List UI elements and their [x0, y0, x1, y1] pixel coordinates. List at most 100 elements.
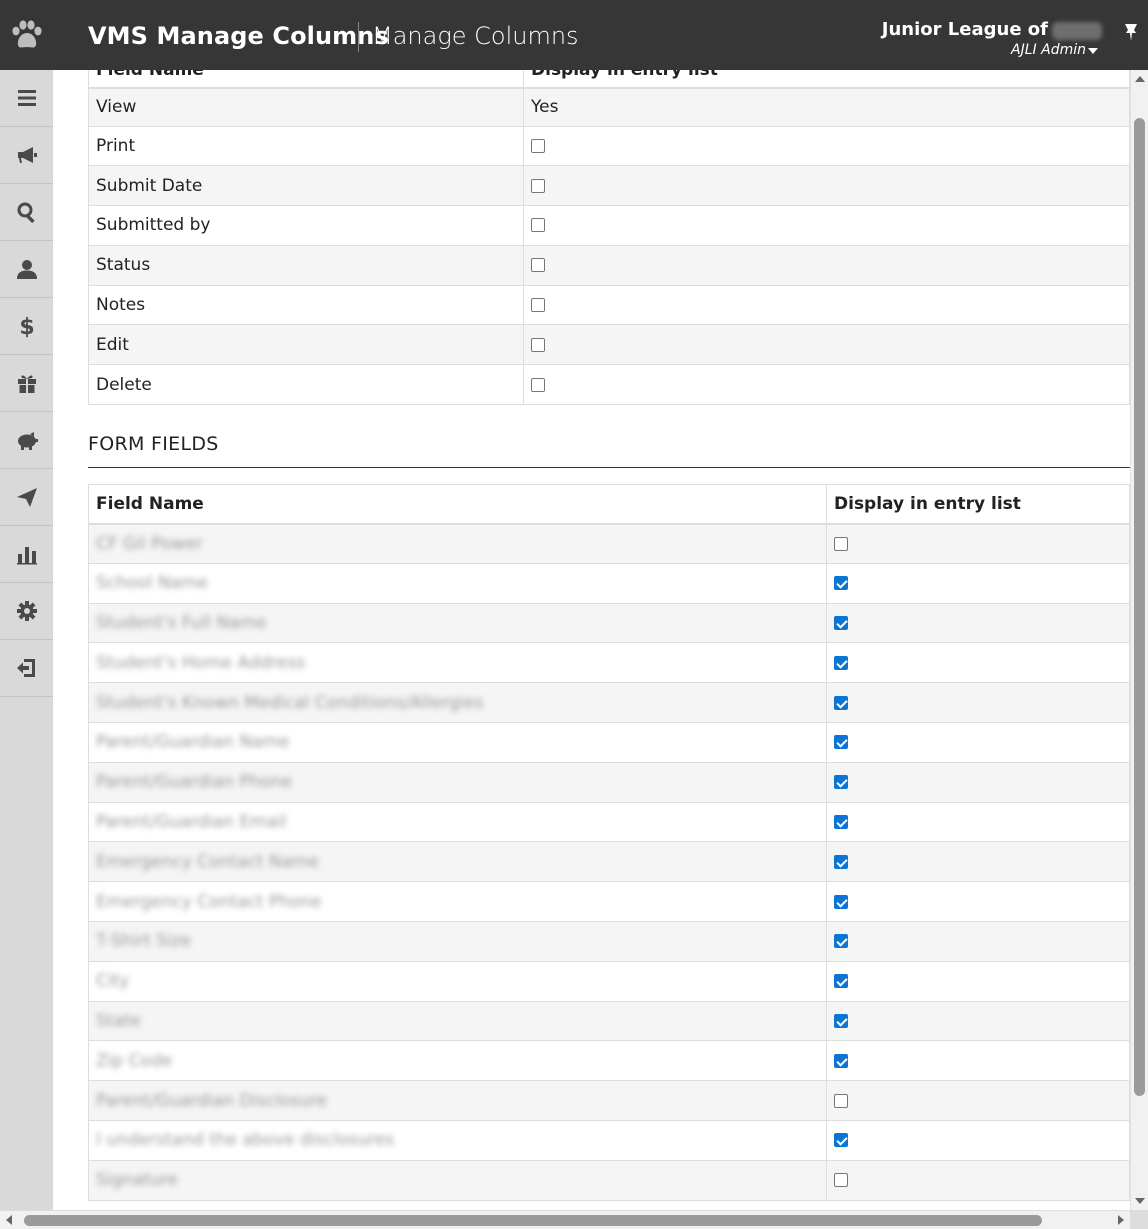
table-row: Emergency Contact Phone — [88, 881, 1130, 922]
column-header-field-name: Field Name — [88, 70, 524, 89]
field-name-cell: Status — [88, 245, 524, 286]
sidebar-item-search[interactable] — [0, 184, 53, 241]
field-name-cell: Emergency Contact Name — [88, 841, 827, 883]
pin-icon[interactable] — [1122, 22, 1140, 42]
section-title-form-fields: FORM FIELDS — [88, 433, 219, 455]
table-row: Student's Home Address — [88, 642, 1130, 684]
page-title: Manage Columns — [372, 22, 579, 50]
gift-icon — [17, 375, 36, 393]
table-row: Student's Known Medical Conditions/Aller… — [88, 682, 1130, 723]
display-checkbox[interactable] — [531, 298, 545, 313]
org-name[interactable]: Junior League of — [882, 19, 1048, 40]
display-checkbox[interactable] — [834, 894, 848, 909]
sidebar-item-messages[interactable] — [0, 469, 53, 526]
display-cell — [826, 1160, 1130, 1201]
user-role[interactable]: AJLI Admin — [1011, 42, 1086, 58]
chevron-down-icon[interactable] — [1088, 48, 1098, 54]
display-cell — [523, 285, 1130, 326]
field-name-redacted: CF Gil Power — [96, 533, 203, 554]
gear-icon — [16, 601, 37, 621]
display-checkbox[interactable] — [834, 974, 848, 989]
table-row: Submit Date — [88, 165, 1130, 207]
field-name-redacted: Parent/Guardian Phone — [96, 772, 292, 793]
field-name-cell: Zip Code — [88, 1040, 827, 1082]
table-row: Submitted by — [88, 205, 1130, 246]
vertical-scrollbar[interactable] — [1130, 70, 1148, 1210]
table-row: Student's Full Name — [88, 603, 1130, 644]
field-name-redacted: School Name — [96, 573, 208, 594]
sidebar-item-menu[interactable] — [0, 70, 53, 127]
display-checkbox[interactable] — [834, 735, 848, 750]
display-checkbox[interactable] — [531, 218, 545, 233]
vertical-scroll-thumb[interactable] — [1134, 118, 1145, 1096]
field-name-cell: Student's Full Name — [88, 603, 827, 644]
table-row: Parent/Guardian Phone — [88, 762, 1130, 803]
display-checkbox[interactable] — [834, 1133, 848, 1148]
column-header-display: Display in entry list — [523, 70, 1130, 89]
sidebar-item-settings[interactable] — [0, 583, 53, 640]
scroll-right-icon[interactable] — [1118, 1215, 1124, 1225]
display-checkbox[interactable] — [531, 178, 545, 193]
display-cell — [826, 722, 1130, 763]
display-checkbox[interactable] — [834, 775, 848, 790]
table-row: City — [88, 961, 1130, 1002]
table-row: Edit — [88, 324, 1130, 366]
display-checkbox[interactable] — [834, 1053, 848, 1068]
display-checkbox[interactable] — [834, 615, 848, 630]
field-name-redacted: Emergency Contact Name — [96, 851, 319, 872]
scroll-left-icon[interactable] — [6, 1215, 12, 1225]
table-row: Parent/Guardian Email — [88, 802, 1130, 843]
send-icon — [16, 488, 37, 507]
sidebar-item-gifts[interactable] — [0, 355, 53, 412]
display-cell — [826, 961, 1130, 1002]
display-checkbox[interactable] — [834, 1093, 848, 1108]
table-row: School Name — [88, 563, 1130, 604]
display-checkbox[interactable] — [834, 1173, 848, 1188]
table-row: T-Shirt Size — [88, 921, 1130, 962]
display-cell — [523, 245, 1130, 286]
display-checkbox[interactable] — [834, 695, 848, 710]
display-checkbox[interactable] — [531, 258, 545, 273]
sidebar-item-logout[interactable] — [0, 640, 53, 697]
display-value: Yes — [531, 97, 559, 118]
display-cell — [826, 1120, 1130, 1161]
display-cell — [523, 126, 1130, 167]
field-name-redacted: Student's Full Name — [96, 612, 267, 633]
display-checkbox[interactable] — [531, 337, 545, 352]
display-cell — [826, 603, 1130, 644]
display-checkbox[interactable] — [531, 138, 545, 153]
sidebar-item-finance[interactable]: $ — [0, 298, 53, 355]
table-row: Signature — [88, 1160, 1130, 1201]
display-checkbox[interactable] — [834, 536, 848, 551]
display-cell: Yes — [523, 88, 1130, 127]
field-name-cell: Edit — [88, 324, 524, 366]
display-checkbox[interactable] — [834, 814, 848, 829]
field-name-redacted: I understand the above disclosures — [96, 1130, 395, 1151]
horizontal-scrollbar[interactable] — [0, 1210, 1130, 1229]
form-fields-table: Field Name Display in entry list CF Gil … — [88, 484, 1130, 1201]
sidebar-item-announcements[interactable] — [0, 127, 53, 184]
table-row: Zip Code — [88, 1040, 1130, 1082]
horizontal-scroll-thumb[interactable] — [24, 1215, 1042, 1226]
sidebar-item-reports[interactable] — [0, 526, 53, 583]
bar-chart-icon — [16, 547, 37, 565]
display-checkbox[interactable] — [834, 576, 848, 591]
scroll-down-icon[interactable] — [1135, 1198, 1145, 1204]
display-checkbox[interactable] — [834, 854, 848, 869]
paw-logo-icon[interactable] — [8, 16, 46, 54]
field-name-redacted: Signature — [96, 1170, 179, 1191]
display-checkbox[interactable] — [531, 377, 545, 392]
sidebar-item-members[interactable] — [0, 241, 53, 298]
field-name-cell: Print — [88, 126, 524, 167]
scroll-up-icon[interactable] — [1135, 76, 1145, 82]
sidebar-item-fundraising[interactable] — [0, 412, 53, 469]
top-header: VMS Manage Columns Manage Columns Junior… — [0, 0, 1148, 70]
display-checkbox[interactable] — [834, 934, 848, 949]
display-checkbox[interactable] — [834, 1013, 848, 1028]
display-checkbox[interactable] — [834, 655, 848, 670]
field-name-cell: Student's Known Medical Conditions/Aller… — [88, 682, 827, 723]
megaphone-icon — [17, 147, 37, 163]
display-cell — [523, 205, 1130, 246]
field-name-cell: Submit Date — [88, 165, 524, 207]
field-name-redacted: Parent/Guardian Email — [96, 811, 287, 832]
